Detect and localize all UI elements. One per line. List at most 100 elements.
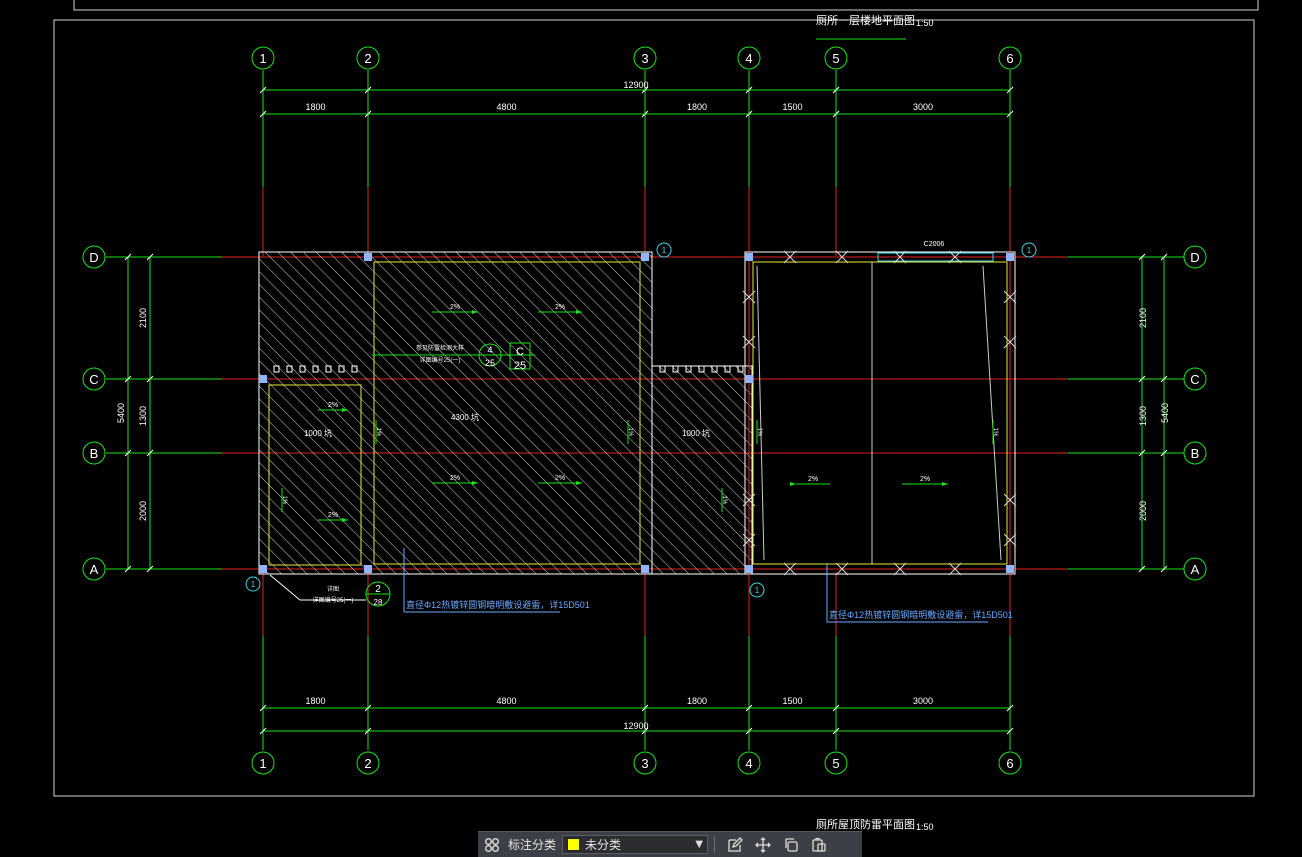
axis-label: 4 — [745, 51, 752, 66]
detail-text: 详图编号25(一) — [313, 596, 354, 604]
dimension-value: 1800 — [305, 102, 325, 112]
column-node — [1006, 565, 1014, 573]
slope-label: 2% — [450, 475, 460, 482]
window-tag: C2006 — [924, 241, 945, 248]
lightning-note: 直径Φ12热镀锌圆钢暗明敷设避雷，详15D501 — [829, 609, 1013, 620]
callout-text: 详图编号25(一) — [420, 356, 461, 364]
dimension-total: 12900 — [623, 721, 648, 731]
section-marker-label: 1 — [251, 580, 256, 589]
section-marker-label: 1 — [755, 586, 760, 595]
axis-label: A — [90, 562, 99, 577]
axis-label: B — [90, 446, 99, 461]
axis-label: B — [1191, 446, 1200, 461]
dimension-chain-vertical: 5400 2100 1300 2000 — [1138, 253, 1170, 573]
support-marks — [742, 250, 1017, 576]
axis-label: D — [1190, 250, 1199, 265]
dimension-chain-vertical: 5400 2100 1300 2000 — [116, 253, 154, 573]
column-node — [745, 253, 753, 261]
slope-arrow-head — [942, 482, 948, 486]
axis-label: D — [89, 250, 98, 265]
slope-label: 1% — [627, 428, 633, 437]
slope-label: 2% — [328, 402, 338, 409]
slope-label: 2% — [555, 304, 565, 311]
drawing-line — [269, 574, 301, 601]
slope-label: 1% — [721, 496, 727, 505]
svg-text:厕所屋顶防雷平面图: 厕所屋顶防雷平面图 — [816, 817, 915, 831]
category-color-swatch — [567, 838, 581, 851]
dimension-value: 2000 — [1138, 501, 1148, 521]
detail-sheet: 28 — [374, 598, 383, 607]
copy-icon[interactable] — [777, 832, 805, 857]
annotation-category-label: 标注分类 — [508, 838, 557, 852]
slope-label: 1% — [281, 496, 287, 505]
room-label: 1000 坑 — [304, 428, 332, 438]
dimension-value: 1800 — [305, 696, 325, 706]
lightning-note: 直径Φ12热镀锌圆钢暗明敷设避雷，详15D501 — [406, 599, 590, 610]
dimension-value: 3000 — [913, 696, 933, 706]
column-node — [364, 565, 372, 573]
dimension-value: 1500 — [782, 696, 802, 706]
dimension-value: 1800 — [687, 696, 707, 706]
drawing-title-top: 厕所一层楼地平面图 1:50 — [816, 13, 934, 40]
axis-label: C — [89, 372, 98, 387]
axis-label: A — [1191, 562, 1200, 577]
dimension-chain: 12900 1800 4800 1800 1500 3000 — [259, 80, 1014, 118]
slope-label: 2% — [555, 475, 565, 482]
cad-canvas[interactable]: 厕所一层楼地平面图 1:50 厕所屋顶防雷平面图 1:50 1 1 2 2 3 3 4 4 5 5… — [0, 0, 1302, 856]
svg-text:1:50: 1:50 — [916, 18, 934, 28]
callout-letter: C — [516, 346, 524, 358]
room-right-outline — [744, 251, 1016, 575]
annotation-toolbar: 标注分类 未分类 ▼ — [478, 831, 862, 857]
column-node — [1006, 253, 1014, 261]
axis-label: C — [1190, 372, 1199, 387]
axis-label: 3 — [641, 51, 648, 66]
dimension-value: 1300 — [1138, 406, 1148, 426]
dimension-total: 12900 — [623, 80, 648, 90]
column-node — [259, 375, 267, 383]
dimension-total: 5400 — [116, 403, 126, 423]
axis-label: 2 — [364, 756, 371, 771]
hatched-room-middle — [651, 365, 753, 575]
annotation-category-select[interactable]: 未分类 ▼ — [562, 835, 709, 854]
axis-label: 5 — [832, 51, 839, 66]
paste-icon[interactable] — [805, 832, 833, 857]
plan-drawing: 1 1 2 2 3 3 4 4 5 5 6 6 D D C C B B A A 12900 1800 4800 1800 150… — [82, 46, 1207, 775]
detail-bubble: 2 28 详图详图编号25(一) — [269, 574, 391, 607]
toolbar-divider — [714, 836, 716, 853]
dimension-total: 5400 — [1160, 403, 1170, 423]
dimension-value: 1800 — [687, 102, 707, 112]
column-node — [641, 253, 649, 261]
svg-text:1:50: 1:50 — [916, 822, 934, 832]
category-selected-value: 未分类 — [585, 838, 622, 852]
axis-label: 1 — [259, 756, 266, 771]
dimension-value: 4800 — [496, 102, 516, 112]
axis-label: 5 — [832, 756, 839, 771]
axis-label: 1 — [259, 51, 266, 66]
svg-text:厕所一层楼地平面图: 厕所一层楼地平面图 — [816, 13, 915, 27]
slope-arrow-head — [790, 482, 796, 486]
grid-icon[interactable] — [478, 832, 506, 857]
move-icon[interactable] — [749, 832, 777, 857]
dimension-value: 2000 — [138, 501, 148, 521]
edit-icon[interactable] — [721, 832, 749, 857]
section-marker-label: 1 — [662, 246, 667, 255]
axis-label: 6 — [1006, 51, 1013, 66]
slope-label: 1% — [375, 428, 381, 437]
axis-label: 2 — [364, 51, 371, 66]
slope-label: 1% — [756, 428, 762, 437]
dimension-value: 3000 — [913, 102, 933, 112]
column-node — [745, 565, 753, 573]
dimension-value: 1300 — [138, 406, 148, 426]
dimension-value: 2100 — [138, 308, 148, 328]
slope-label: 2% — [328, 512, 338, 519]
detail-number: 2 — [375, 584, 381, 595]
slope-label: 2% — [450, 304, 460, 311]
detail-text: 详图 — [327, 585, 339, 593]
chevron-down-icon: ▼ — [695, 839, 704, 850]
callout-text: 参见防雷检测大样 — [416, 344, 464, 352]
column-node — [641, 565, 649, 573]
wall-line — [752, 261, 1008, 565]
room-label: 1000 坑 — [682, 428, 710, 438]
callout-number: 4 — [487, 345, 492, 355]
section-marker-label: 1 — [1027, 246, 1032, 255]
